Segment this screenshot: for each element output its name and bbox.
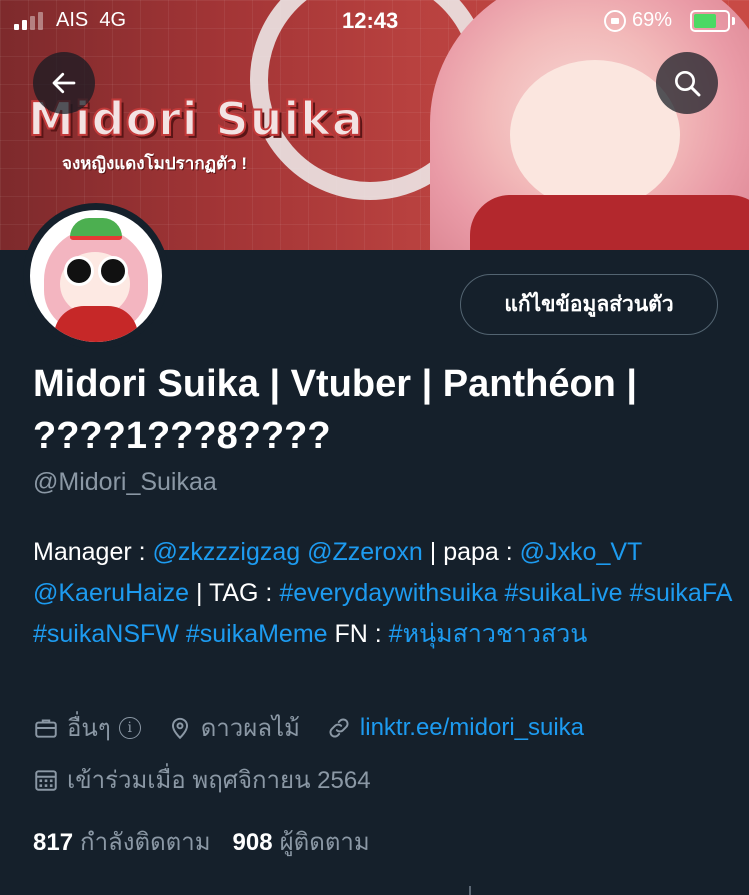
rotation-lock-icon xyxy=(604,10,626,32)
joined-date: เข้าร่วมเมื่อ พฤศจิกายน 2564 xyxy=(67,767,371,794)
hashtag-link[interactable]: #หนุ่มสาวชาวสวน xyxy=(389,620,588,648)
mention-link[interactable]: @zkzzzigzag xyxy=(153,538,301,566)
followers-link[interactable]: 908 ผู้ติดตาม xyxy=(233,822,370,861)
profile-joined: เข้าร่วมเมื่อ พฤศจิกายน 2564 xyxy=(33,760,371,799)
signal-strength-icon xyxy=(14,12,43,30)
website-link[interactable]: linktr.ee/midori_suika xyxy=(360,714,584,742)
hashtag-link[interactable]: #suikaNSFW xyxy=(33,620,179,648)
following-label: กำลังติดตาม xyxy=(80,829,211,856)
hashtag-link[interactable]: #suikaFA xyxy=(630,579,731,607)
search-button[interactable] xyxy=(656,52,718,114)
profile-meta-row: อื่นๆ i ดาวผลไม้ linktr.ee/midori_suika xyxy=(33,708,610,747)
mention-link[interactable]: @Jxko_VT xyxy=(520,538,642,566)
search-icon xyxy=(675,71,701,97)
arrow-left-icon xyxy=(52,72,76,94)
followers-label: ผู้ติดตาม xyxy=(279,829,370,856)
avatar[interactable] xyxy=(23,203,169,349)
following-count: 817 xyxy=(33,829,74,856)
carrier-label: AIS 4G xyxy=(56,9,127,31)
briefcase-icon xyxy=(35,718,57,738)
battery-icon xyxy=(690,10,730,32)
battery-cap xyxy=(732,17,735,25)
calendar-icon xyxy=(35,769,57,791)
mention-link[interactable]: @KaeruHaize xyxy=(33,579,189,607)
edit-profile-button[interactable]: แก้ไขข้อมูลส่วนตัว xyxy=(460,274,718,335)
display-name: Midori Suika | Vtuber | Panthéon | ????1… xyxy=(33,363,638,457)
category-label: อื่นๆ xyxy=(67,715,111,742)
mention-link[interactable]: @Zzeroxn xyxy=(307,538,423,566)
follow-stats: 817 กำลังติดตาม 908 ผู้ติดตาม xyxy=(33,822,392,861)
bio-tag-label: | TAG : xyxy=(189,579,280,607)
info-icon[interactable]: i xyxy=(118,716,141,739)
bio-papa-label: | papa : xyxy=(422,538,520,566)
profile-category[interactable]: อื่นๆ i xyxy=(33,708,141,747)
profile-location: ดาวผลไม้ xyxy=(167,708,300,747)
banner-character-sweater xyxy=(470,195,749,250)
link-icon xyxy=(329,718,349,737)
scroll-indicator xyxy=(469,886,471,895)
banner-character-face xyxy=(510,60,680,210)
banner-logo-subtitle: จงหญิงแดงโมปรากฏตัว ! xyxy=(62,154,248,173)
bio-fn-label: FN : xyxy=(327,620,389,648)
profile-joined-row: เข้าร่วมเมื่อ พฤศจิกายน 2564 xyxy=(33,760,397,799)
profile-bio: Manager : @zkzzzigzag @Zzeroxn | papa : … xyxy=(33,532,733,655)
battery-level-fill xyxy=(694,14,716,28)
avatar-image xyxy=(30,210,162,342)
battery-percent: 69% xyxy=(632,9,673,31)
profile-handle: @Midori_Suikaa xyxy=(33,468,217,496)
following-link[interactable]: 817 กำลังติดตาม xyxy=(33,822,211,861)
status-time: 12:43 xyxy=(342,8,399,33)
followers-count: 908 xyxy=(232,829,273,856)
profile-website[interactable]: linktr.ee/midori_suika xyxy=(326,714,584,742)
map-pin-icon xyxy=(171,717,188,739)
bio-manager-label: Manager : xyxy=(33,538,153,566)
back-button[interactable] xyxy=(33,52,95,114)
location-label: ดาวผลไม้ xyxy=(200,715,300,742)
hashtag-link[interactable]: #everydaywithsuika xyxy=(279,579,497,607)
hashtag-link[interactable]: #suikaMeme xyxy=(186,620,328,648)
status-bar: AIS 4G 12:43 69% xyxy=(0,0,749,44)
hashtag-link[interactable]: #suikaLive xyxy=(504,579,622,607)
